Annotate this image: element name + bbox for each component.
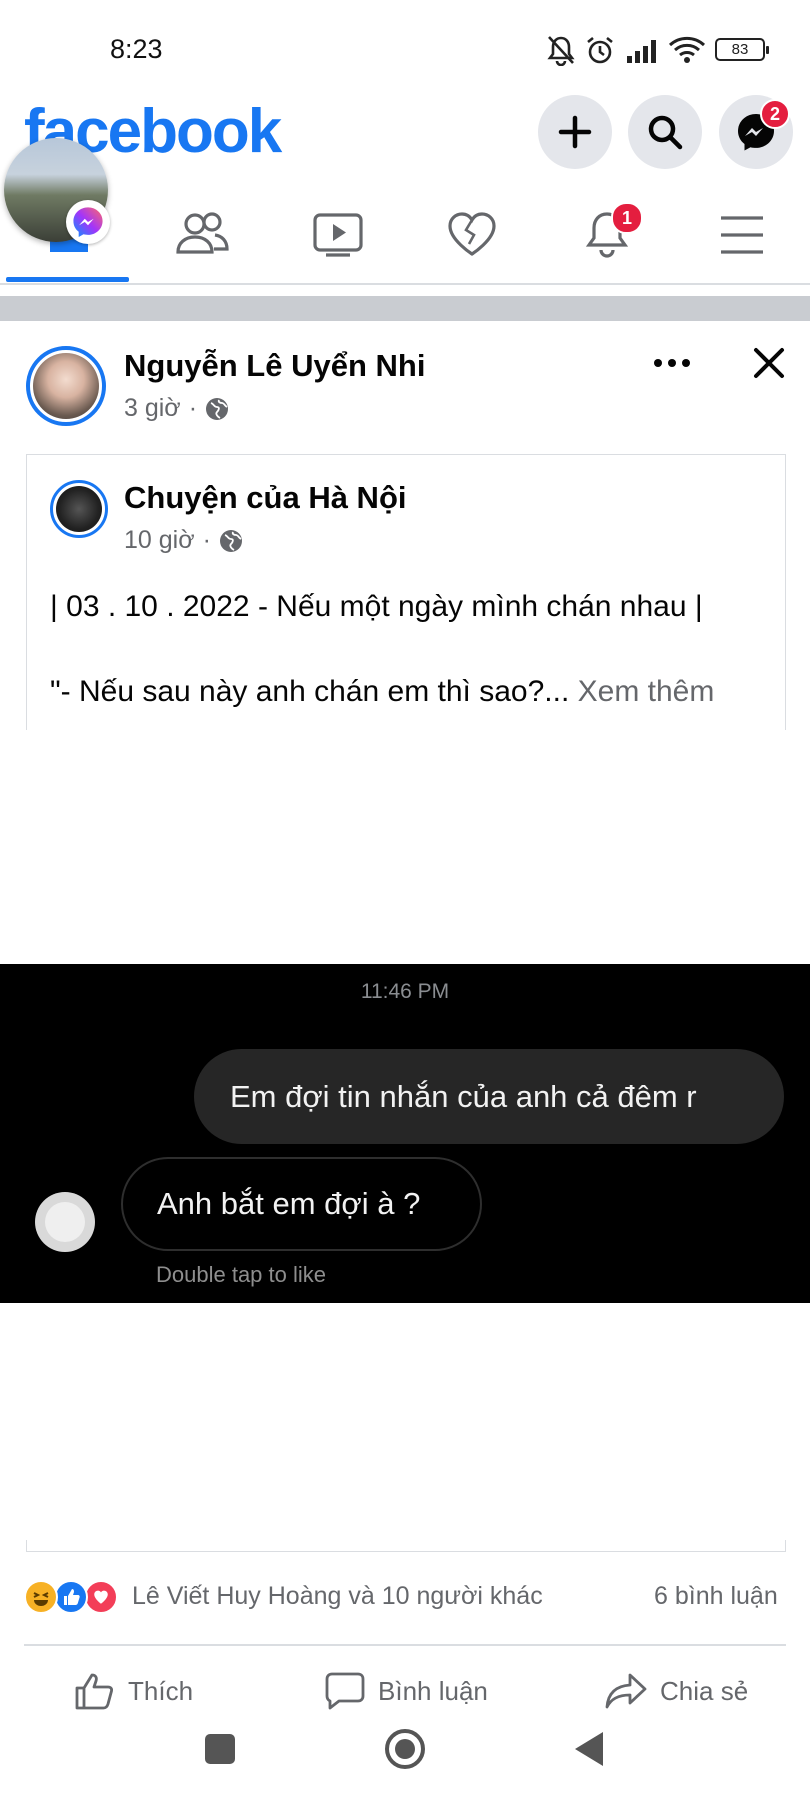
received-message-bubble: Anh bắt em đợi à ? xyxy=(121,1157,482,1251)
globe-icon xyxy=(206,397,229,420)
haha-reaction-icon xyxy=(24,1580,58,1614)
actions-divider xyxy=(24,1644,786,1646)
plus-icon xyxy=(558,115,592,149)
feed-separator xyxy=(0,296,810,321)
sent-message-bubble: Em đợi tin nhắn của anh cả đêm r xyxy=(194,1049,784,1144)
messenger-badge: 2 xyxy=(760,99,790,129)
globe-icon xyxy=(219,529,242,552)
post-text-line: "- Nếu sau này anh chán em thì sao?... X… xyxy=(50,675,715,708)
reactions-summary[interactable]: Lê Viết Huy Hoàng và 10 người khác xyxy=(132,1582,543,1611)
love-reaction-icon xyxy=(84,1580,118,1614)
like-label: Thích xyxy=(128,1675,194,1706)
share-label: Chia sẻ xyxy=(660,1675,749,1706)
notifications-badge: 1 xyxy=(611,202,643,234)
search-button[interactable] xyxy=(628,95,702,169)
home-tab-indicator xyxy=(6,277,129,282)
signal-icon xyxy=(627,40,656,63)
share-arrow-icon xyxy=(605,1673,647,1709)
comment-count[interactable]: 6 bình luận xyxy=(654,1582,778,1611)
battery-indicator: 83 xyxy=(715,38,769,61)
post-text-line: | 03 . 10 . 2022 - Nếu một ngày mình chá… xyxy=(50,590,703,623)
chat-head-messenger-icon xyxy=(66,200,110,244)
double-tap-hint: Double tap to like xyxy=(156,1262,326,1287)
share-button[interactable]: Chia sẻ xyxy=(604,1670,748,1712)
nav-divider xyxy=(0,283,810,285)
post-time[interactable]: 3 giờ xyxy=(124,394,181,423)
wifi-icon xyxy=(668,36,706,63)
page-avatar[interactable] xyxy=(50,480,108,538)
like-reaction-icon xyxy=(54,1580,88,1614)
close-post-icon[interactable] xyxy=(752,346,786,380)
comment-icon xyxy=(325,1672,365,1710)
watch-icon[interactable] xyxy=(312,212,364,258)
message-timestamp: 11:46 PM xyxy=(360,980,450,1003)
see-more-link[interactable]: Xem thêm xyxy=(578,675,715,708)
reaction-icons[interactable] xyxy=(24,1580,118,1616)
mute-bell-icon xyxy=(547,36,575,66)
post-meta: 3 giờ · xyxy=(124,394,229,423)
status-time: 8:23 xyxy=(110,34,163,64)
search-icon xyxy=(648,115,683,150)
back-system-icon[interactable] xyxy=(573,1730,605,1768)
comment-label: Bình luận xyxy=(378,1675,488,1706)
like-button[interactable]: Thích xyxy=(74,1670,193,1712)
home-system-icon[interactable] xyxy=(384,1728,426,1770)
dating-heart-icon[interactable] xyxy=(446,210,498,258)
shared-post-meta: 10 giờ · xyxy=(124,526,243,555)
friends-icon[interactable] xyxy=(175,211,229,257)
sender-avatar xyxy=(35,1192,95,1252)
create-button[interactable] xyxy=(538,95,612,169)
page-name[interactable]: Chuyện của Hà Nội xyxy=(124,480,407,516)
thumbs-up-icon xyxy=(75,1673,114,1710)
author-name[interactable]: Nguyễn Lê Uyển Nhi xyxy=(124,348,425,384)
comment-button[interactable]: Bình luận xyxy=(324,1670,488,1712)
shared-post-card-bottom xyxy=(26,1540,786,1552)
menu-icon[interactable] xyxy=(719,214,765,256)
alarm-icon xyxy=(587,36,613,64)
more-options-icon[interactable] xyxy=(652,356,692,370)
shared-post-time[interactable]: 10 giờ xyxy=(124,526,195,555)
recent-apps-button[interactable] xyxy=(205,1734,235,1764)
author-avatar[interactable] xyxy=(26,346,106,426)
